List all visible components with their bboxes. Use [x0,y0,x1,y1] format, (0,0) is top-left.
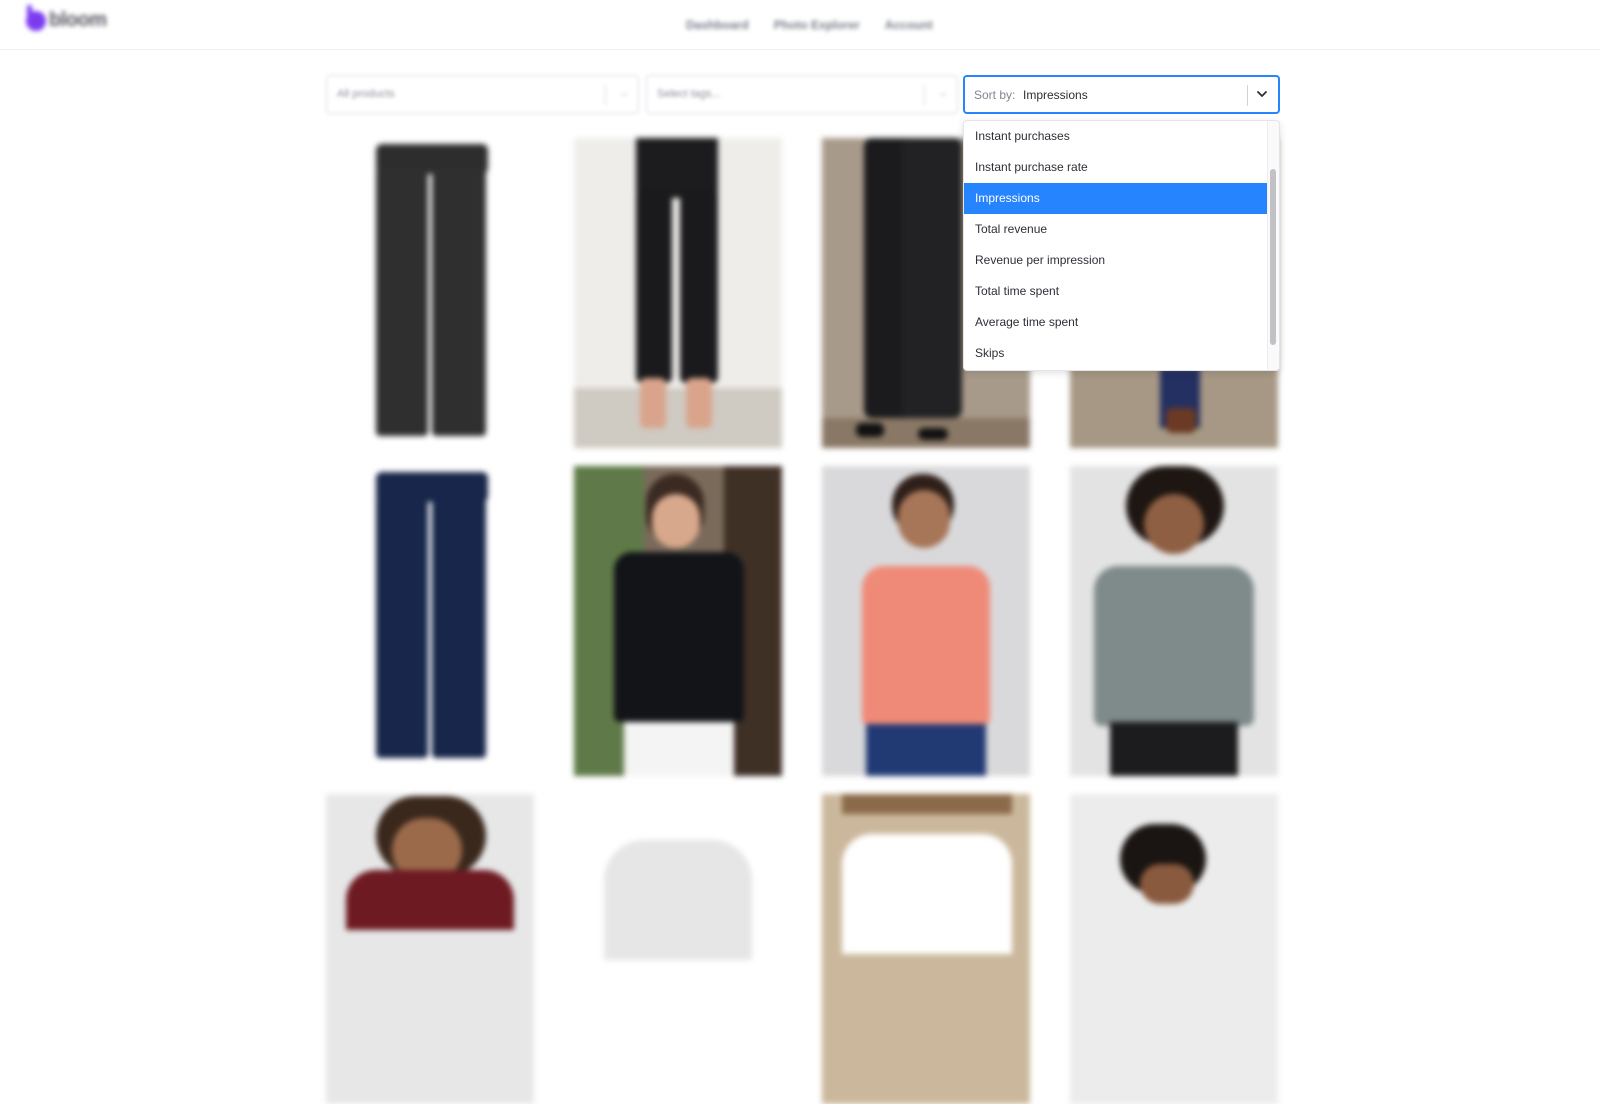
product-card[interactable] [326,138,534,448]
product-card[interactable] [822,466,1030,776]
chevron-down-icon: ⌵ [939,88,947,99]
tags-select[interactable]: Select tags... ⌵ [646,75,958,114]
products-select-separator [605,85,606,105]
main-nav: Dashboard Photo Explorer Account [686,18,933,32]
chevron-down-icon[interactable] [1255,87,1269,101]
sort-option-skips[interactable]: Skips [964,338,1268,369]
product-card[interactable] [1070,466,1278,776]
sort-option-instant-purchases[interactable]: Instant purchases [964,121,1268,152]
nav-account[interactable]: Account [885,18,933,32]
nav-photo-explorer[interactable]: Photo Explorer [774,18,860,32]
tags-select-separator [924,85,925,105]
sort-option-total-revenue[interactable]: Total revenue [964,214,1268,245]
top-header: bloom Dashboard Photo Explorer Account [0,0,1600,50]
sort-select[interactable]: Sort by: Impressions [963,75,1280,114]
sort-option-impressions[interactable]: Impressions [964,183,1268,214]
sort-selected-value: Impressions [1023,88,1088,102]
product-card[interactable] [574,138,782,448]
menu-scrollbar[interactable] [1267,121,1279,370]
product-card[interactable] [326,466,534,776]
sort-option-revenue-per-impression[interactable]: Revenue per impression [964,245,1268,276]
product-card[interactable] [574,466,782,776]
logo-mark-icon [26,4,46,31]
sort-select-separator [1247,85,1248,106]
filter-bar: All products ⌵ Select tags... ⌵ Sort by:… [326,75,1280,114]
sort-prefix-label: Sort by: [974,88,1016,102]
product-card[interactable] [1070,794,1278,1104]
product-card[interactable] [326,794,534,1104]
menu-scrollbar-thumb[interactable] [1270,169,1276,345]
product-card[interactable] [574,794,782,1104]
sort-option-average-time-spent[interactable]: Average time spent [964,307,1268,338]
sort-option-instant-purchase-rate[interactable]: Instant purchase rate [964,152,1268,183]
sort-options-menu: Instant purchases Instant purchase rate … [963,120,1280,371]
nav-dashboard[interactable]: Dashboard [686,18,749,32]
logo-text: bloom [49,9,107,31]
chevron-down-icon: ⌵ [620,88,628,99]
products-select[interactable]: All products ⌵ [326,75,639,114]
products-select-placeholder: All products [337,88,395,100]
tags-select-placeholder: Select tags... [657,88,721,100]
product-card[interactable] [822,794,1030,1104]
sort-option-total-time-spent[interactable]: Total time spent [964,276,1268,307]
bloom-logo[interactable]: bloom [26,4,107,32]
